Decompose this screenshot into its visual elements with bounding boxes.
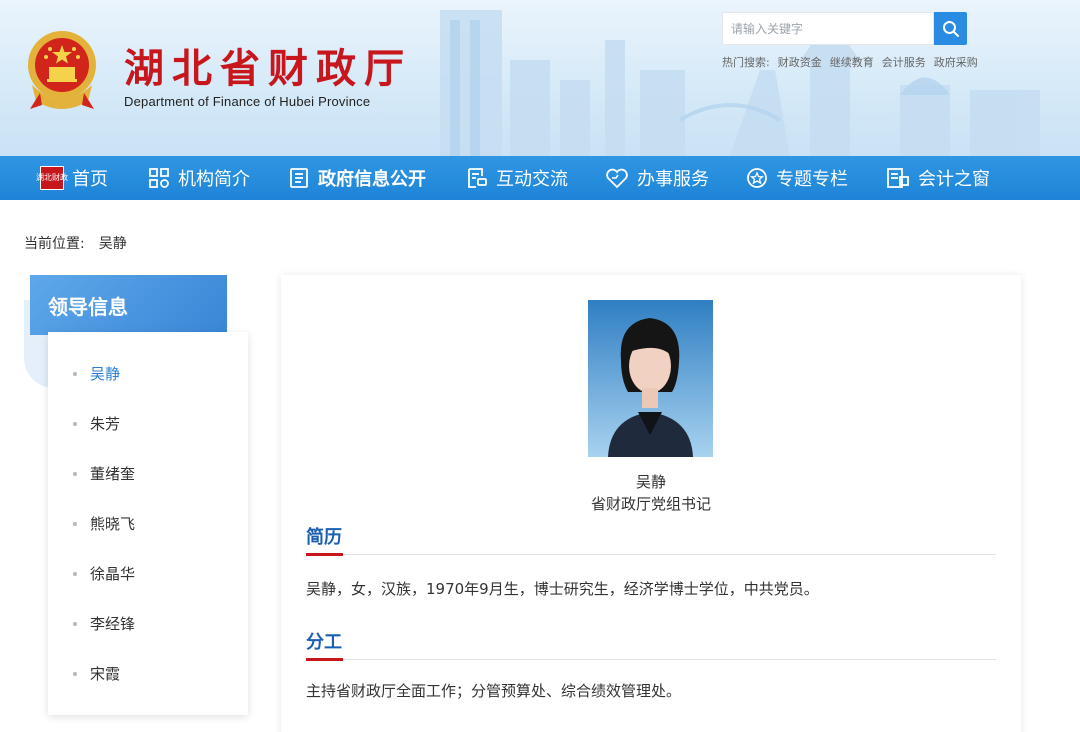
duty-section-header: 分工 bbox=[306, 628, 996, 661]
hot-search-item[interactable]: 政府采购 bbox=[934, 54, 978, 70]
ledger-icon bbox=[887, 168, 909, 188]
sidebar-item-leader[interactable]: 李经锋 bbox=[48, 598, 248, 648]
section-underline bbox=[306, 658, 343, 661]
breadcrumb-label: 当前位置: bbox=[24, 236, 85, 252]
grid-icon bbox=[149, 168, 169, 188]
nav-item-home[interactable]: 湖北财政 首页 bbox=[36, 156, 108, 200]
home-badge-icon: 湖北财政 bbox=[36, 166, 68, 190]
nav-item-label: 互动交流 bbox=[496, 169, 568, 190]
nav-item-label: 机构简介 bbox=[178, 169, 250, 190]
hot-search-label: 热门搜索: bbox=[722, 56, 770, 69]
nav-item-label: 专题专栏 bbox=[776, 169, 848, 190]
sidebar-item-leader[interactable]: 宋霞 bbox=[48, 648, 248, 698]
sidebar-list: 吴静 朱芳 董绪奎 熊晓飞 徐晶华 李经锋 宋霞 bbox=[48, 332, 248, 715]
nav-item-topics[interactable]: 专题专栏 bbox=[746, 156, 848, 200]
breadcrumb-current[interactable]: 吴静 bbox=[99, 233, 127, 253]
hot-search-item[interactable]: 财政资金 bbox=[778, 54, 822, 70]
site-title: 湖北省财政厅 bbox=[124, 45, 412, 92]
nav-item-about[interactable]: 机构简介 bbox=[148, 156, 250, 200]
main-nav: 湖北财政 首页 机构简介 政府信息公开 互动交流 办事服务 专题专栏 会计之窗 bbox=[0, 156, 1080, 200]
national-emblem-icon bbox=[28, 31, 96, 109]
duty-text: 主持省财政厅全面工作；分管预算处、综合绩效管理处。 bbox=[306, 682, 682, 700]
section-underline bbox=[306, 553, 343, 556]
nav-item-label: 会计之窗 bbox=[918, 169, 990, 190]
breadcrumb: 当前位置: 吴静 bbox=[24, 233, 127, 253]
sidebar-item-leader[interactable]: 熊晓飞 bbox=[48, 498, 248, 548]
search-input[interactable] bbox=[722, 12, 934, 45]
profile-card: 吴静 省财政厅党组书记 简历 吴静，女，汉族，1970年9月生，博士研究生，经济… bbox=[281, 275, 1021, 732]
nav-item-services[interactable]: 办事服务 bbox=[605, 156, 709, 200]
nav-item-gov-info[interactable]: 政府信息公开 bbox=[288, 156, 426, 200]
document-icon bbox=[290, 168, 308, 188]
hot-search-item[interactable]: 继续教育 bbox=[830, 54, 874, 70]
resume-section-title: 简历 bbox=[306, 527, 342, 548]
nav-item-label: 政府信息公开 bbox=[318, 169, 426, 190]
heart-icon bbox=[606, 168, 628, 189]
sidebar-title: 领导信息 bbox=[30, 275, 227, 335]
sidebar-item-leader[interactable]: 吴静 bbox=[48, 348, 248, 398]
nav-item-label: 首页 bbox=[72, 169, 108, 190]
search-icon bbox=[942, 20, 959, 37]
profile-photo bbox=[588, 300, 713, 457]
hot-search-row: 热门搜索: 财政资金 继续教育 会计服务 政府采购 bbox=[722, 54, 978, 70]
hot-search-item[interactable]: 会计服务 bbox=[882, 54, 926, 70]
sidebar-item-leader[interactable]: 徐晶华 bbox=[48, 548, 248, 598]
person-position: 省财政厅党组书记 bbox=[590, 495, 711, 513]
site-subtitle: Department of Finance of Hubei Province bbox=[124, 94, 371, 109]
star-circle-icon bbox=[747, 168, 767, 188]
nav-item-accounting[interactable]: 会计之窗 bbox=[886, 156, 990, 200]
site-header: 湖北省财政厅 Department of Finance of Hubei Pr… bbox=[0, 0, 1080, 156]
resume-text: 吴静，女，汉族，1970年9月生，博士研究生，经济学博士学位，中共党员。 bbox=[306, 580, 819, 598]
sidebar-item-leader[interactable]: 朱芳 bbox=[48, 398, 248, 448]
nav-item-interaction[interactable]: 互动交流 bbox=[466, 156, 568, 200]
resume-section-header: 简历 bbox=[306, 523, 996, 556]
search-button[interactable] bbox=[934, 12, 967, 45]
chat-form-icon bbox=[468, 168, 487, 188]
duty-section-title: 分工 bbox=[306, 632, 342, 653]
person-name: 吴静 bbox=[635, 473, 666, 491]
sidebar-item-leader[interactable]: 董绪奎 bbox=[48, 448, 248, 498]
nav-item-label: 办事服务 bbox=[637, 169, 709, 190]
